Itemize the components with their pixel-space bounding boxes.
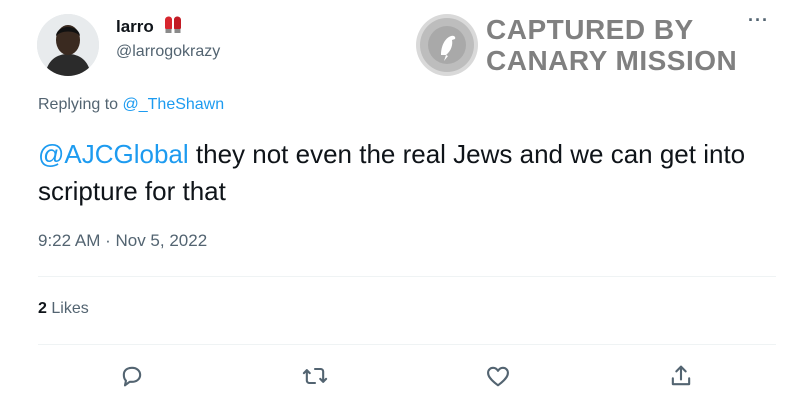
watermark-text: CAPTURED BY CANARY MISSION: [486, 14, 737, 76]
share-button[interactable]: [667, 362, 695, 390]
more-options-icon[interactable]: ···: [748, 10, 769, 31]
likes-count[interactable]: 2 Likes: [38, 300, 89, 318]
likes-label: Likes: [51, 300, 89, 317]
divider: [38, 276, 776, 277]
reply-button[interactable]: [118, 362, 146, 390]
share-icon: [671, 365, 691, 386]
like-button[interactable]: [484, 362, 512, 390]
user-handle[interactable]: @larrogokrazy: [116, 43, 220, 61]
replying-to-label: Replying to: [38, 96, 119, 113]
mention-link[interactable]: @AJCGlobal: [38, 139, 189, 169]
reply-target-link[interactable]: @_TheShawn: [123, 96, 225, 113]
canary-bird-icon: [420, 18, 474, 72]
display-name[interactable]: larro: [116, 17, 154, 37]
replying-to: Replying to @_TheShawn: [38, 96, 224, 114]
divider: [38, 344, 776, 345]
likes-number: 2: [38, 300, 47, 317]
comment-icon: [122, 366, 142, 387]
tweet-timestamp[interactable]: 9:22 AM · Nov 5, 2022: [38, 231, 207, 251]
tweet-card: larro @larrogokrazy ··· CAPTURED BY CANA…: [0, 0, 800, 413]
watermark-line-2: CANARY MISSION: [486, 45, 738, 76]
retweet-button[interactable]: [301, 362, 329, 390]
avatar[interactable]: [37, 14, 99, 76]
tweet-text: @AJCGlobal they not even the real Jews a…: [38, 136, 768, 210]
heart-icon: [487, 366, 509, 387]
boxing-gloves-icon: [162, 14, 184, 41]
retweet-icon: [302, 367, 328, 385]
watermark-line-1: CAPTURED BY: [486, 14, 694, 45]
